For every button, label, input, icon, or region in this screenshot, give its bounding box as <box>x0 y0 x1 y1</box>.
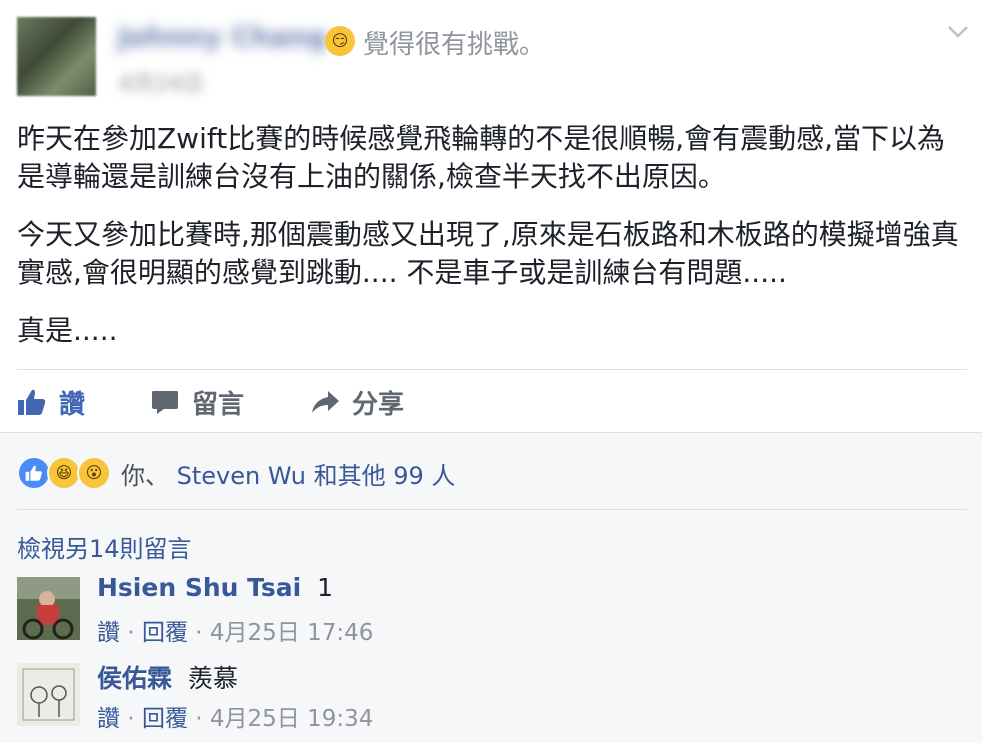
post-content: 昨天在參加Zwift比賽的時候感覺飛輪轉的不是很順暢,會有震動感,當下以為是導輪… <box>17 120 967 370</box>
comment-button[interactable]: 留言 <box>150 384 982 420</box>
author-avatar[interactable] <box>17 17 96 96</box>
comment-time[interactable]: 4月25日 19:34 <box>210 706 374 732</box>
divider <box>17 509 967 510</box>
feeling-emoji-icon: 😏 <box>325 26 355 56</box>
comment-text: 1 <box>317 573 334 602</box>
reactions-summary[interactable]: 😆 😮 你、 Steven Wu 和其他 99 人 <box>17 455 455 491</box>
comment-body: Hsien Shu Tsai 1 <box>97 573 333 602</box>
chevron-down-icon[interactable] <box>944 22 972 42</box>
reaction-friend-link[interactable]: Steven Wu <box>177 462 306 490</box>
comment-label: 留言 <box>192 389 245 420</box>
post-paragraph: 昨天在參加Zwift比賽的時候感覺飛輪轉的不是很順暢,會有震動感,當下以為是導輪… <box>17 122 946 193</box>
comment-text: 羨慕 <box>187 664 238 693</box>
like-label: 讚 <box>59 389 86 420</box>
facebook-post: Johnny Chang 😏 覺得很有挑戰。 4月24日 昨天在參加Zwift比… <box>0 0 982 743</box>
commenter-name[interactable]: 侯佑霖 <box>97 664 172 693</box>
wow-reaction-icon: 😮 <box>77 456 111 490</box>
post-timestamp[interactable]: 4月24日 <box>118 66 204 98</box>
comment-meta: 讚 · 回覆 · 4月25日 17:46 <box>97 620 374 646</box>
comment-reply-link[interactable]: 回覆 <box>142 620 188 646</box>
thumbs-up-icon <box>18 389 46 415</box>
haha-reaction-icon: 😆 <box>47 456 81 490</box>
share-label: 分享 <box>352 389 405 420</box>
commenter-name[interactable]: Hsien Shu Tsai <box>97 573 301 602</box>
comment-icon <box>152 391 178 414</box>
reaction-text: 你、 Steven Wu 和其他 99 人 <box>121 456 455 491</box>
comment-meta: 讚 · 回覆 · 4月25日 19:34 <box>97 706 374 732</box>
reaction-others-link[interactable]: 和其他 99 人 <box>314 462 456 490</box>
post-paragraph: 今天又參加比賽時,那個震動感又出現了,原來是石板路和木板路的模擬增強真實感,會很… <box>17 218 959 289</box>
comment-like-link[interactable]: 讚 <box>97 620 120 646</box>
like-button[interactable]: 讚 <box>17 384 85 420</box>
feeling-text: 覺得很有挑戰。 <box>363 30 546 60</box>
like-reaction-icon <box>17 456 51 490</box>
author-name[interactable]: Johnny Chang <box>118 22 327 53</box>
comment-reply-link[interactable]: 回覆 <box>142 706 188 732</box>
comment-time[interactable]: 4月25日 17:46 <box>210 620 374 646</box>
reactions-and-comments-panel: 😆 😮 你、 Steven Wu 和其他 99 人 檢視另14則留言 Hsien… <box>0 432 982 743</box>
share-icon <box>312 391 339 413</box>
reaction-you: 你、 <box>121 461 169 490</box>
view-more-comments-link[interactable]: 檢視另14則留言 <box>17 529 192 564</box>
commenter-avatar[interactable] <box>17 663 80 726</box>
comment-body: 侯佑霖 羨慕 <box>97 659 238 695</box>
share-button[interactable]: 分享 <box>310 384 404 420</box>
post-paragraph: 真是..... <box>17 314 118 347</box>
comment-like-link[interactable]: 讚 <box>97 706 120 732</box>
divider <box>17 369 967 370</box>
commenter-avatar[interactable] <box>17 577 80 640</box>
